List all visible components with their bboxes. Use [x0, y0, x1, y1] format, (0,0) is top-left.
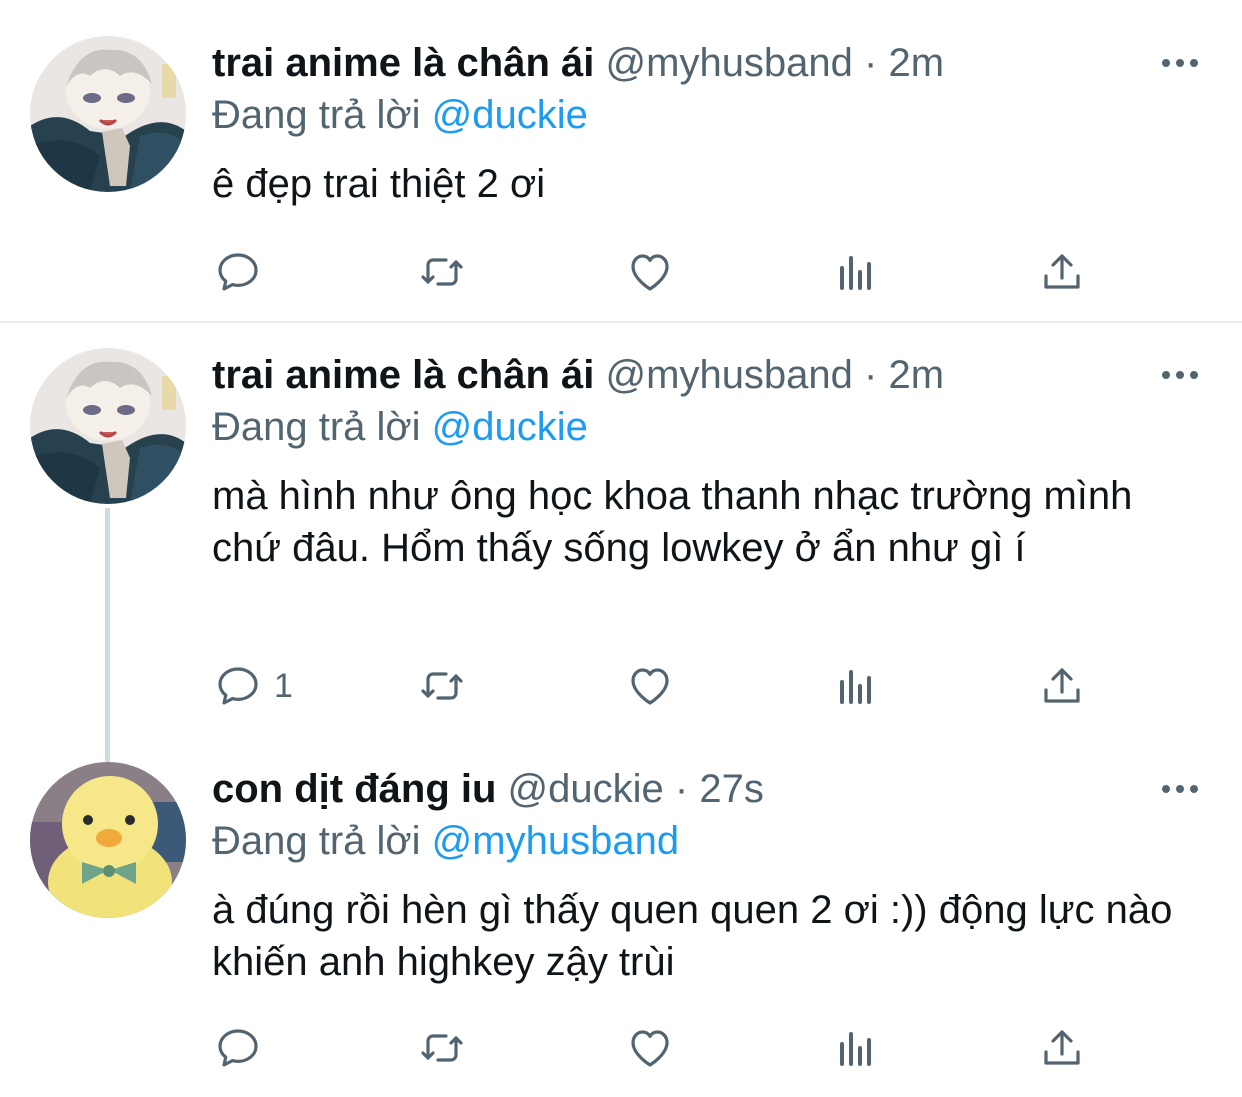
replying-to-line: Đang trả lời @duckie	[212, 89, 588, 141]
timestamp[interactable]: 27s	[699, 767, 764, 811]
tweet-3[interactable]: con dịt đáng iu @duckie · 27s Đang trả l…	[0, 737, 1242, 1097]
replying-to-line: Đang trả lời @myhusband	[212, 815, 679, 867]
anime-boy-avatar-image	[30, 348, 186, 504]
duck-plush-avatar-image	[30, 762, 186, 918]
retweet-icon	[418, 1024, 466, 1072]
display-name[interactable]: trai anime là chân ái	[212, 353, 594, 397]
tweet-2[interactable]: trai anime là chân ái @myhusband · 2m Đa…	[0, 323, 1242, 743]
analytics-button[interactable]	[832, 656, 880, 716]
tweet-text: ê đẹp trai thiệt 2 ơi	[212, 162, 546, 206]
retweet-icon	[418, 662, 466, 710]
like-icon	[626, 248, 674, 296]
anime-boy-avatar-image	[30, 36, 186, 192]
tweet-text: mà hình như ông học khoa thanh nhạc trườ…	[212, 474, 1133, 570]
like-button[interactable]	[626, 242, 674, 302]
retweet-icon	[418, 248, 466, 296]
handle[interactable]: @myhusband	[606, 41, 853, 85]
share-icon	[1038, 662, 1086, 710]
action-bar	[0, 1018, 1242, 1078]
analytics-icon	[832, 248, 880, 296]
share-icon	[1038, 1024, 1086, 1072]
replying-to-link[interactable]: @duckie	[432, 405, 588, 449]
replying-to-link[interactable]: @myhusband	[432, 819, 679, 863]
tweet-text: à đúng rồi hèn gì thấy quen quen 2 ơi :)…	[212, 888, 1173, 984]
tweet-header: trai anime là chân ái @myhusband · 2m	[212, 349, 1122, 401]
reply-count: 1	[274, 666, 293, 705]
action-bar	[0, 242, 1242, 302]
avatar-duckie[interactable]	[30, 762, 186, 918]
share-button[interactable]	[1038, 242, 1086, 302]
avatar-myhusband[interactable]	[30, 348, 186, 504]
avatar-myhusband[interactable]	[30, 36, 186, 192]
more-icon[interactable]	[1158, 53, 1202, 73]
reply-icon	[214, 1024, 262, 1072]
share-button[interactable]	[1038, 656, 1086, 716]
tweet-header: con dịt đáng iu @duckie · 27s	[212, 763, 1122, 815]
replying-to-line: Đang trả lời @duckie	[212, 401, 588, 453]
more-icon[interactable]	[1158, 365, 1202, 385]
action-bar: 1	[0, 656, 1242, 716]
analytics-button[interactable]	[832, 242, 880, 302]
tweet-header: trai anime là chân ái @myhusband · 2m	[212, 37, 1122, 89]
display-name[interactable]: con dịt đáng iu	[212, 767, 496, 811]
handle[interactable]: @myhusband	[606, 353, 853, 397]
analytics-icon	[832, 662, 880, 710]
retweet-button[interactable]	[418, 656, 466, 716]
reply-button[interactable]: 1	[214, 656, 293, 716]
replying-to-link[interactable]: @duckie	[432, 93, 588, 137]
replying-prefix: Đang trả lời	[212, 93, 421, 137]
share-button[interactable]	[1038, 1018, 1086, 1078]
tweet-1[interactable]: trai anime là chân ái @myhusband · 2m Đa…	[0, 0, 1242, 322]
like-button[interactable]	[626, 1018, 674, 1078]
like-button[interactable]	[626, 656, 674, 716]
reply-icon	[214, 662, 262, 710]
replying-prefix: Đang trả lời	[212, 405, 421, 449]
separator-dot: ·	[864, 41, 878, 85]
replying-prefix: Đang trả lời	[212, 819, 421, 863]
display-name[interactable]: trai anime là chân ái	[212, 41, 594, 85]
like-icon	[626, 662, 674, 710]
reply-icon	[214, 248, 262, 296]
separator-dot: ·	[864, 353, 878, 397]
more-icon[interactable]	[1158, 779, 1202, 799]
timestamp[interactable]: 2m	[889, 41, 945, 85]
timestamp[interactable]: 2m	[889, 353, 945, 397]
retweet-button[interactable]	[418, 1018, 466, 1078]
share-icon	[1038, 248, 1086, 296]
separator-dot: ·	[674, 767, 689, 811]
retweet-button[interactable]	[418, 242, 466, 302]
analytics-button[interactable]	[832, 1018, 880, 1078]
reply-button[interactable]	[214, 1018, 274, 1078]
like-icon	[626, 1024, 674, 1072]
handle[interactable]: @duckie	[508, 767, 664, 811]
reply-button[interactable]	[214, 242, 274, 302]
analytics-icon	[832, 1024, 880, 1072]
